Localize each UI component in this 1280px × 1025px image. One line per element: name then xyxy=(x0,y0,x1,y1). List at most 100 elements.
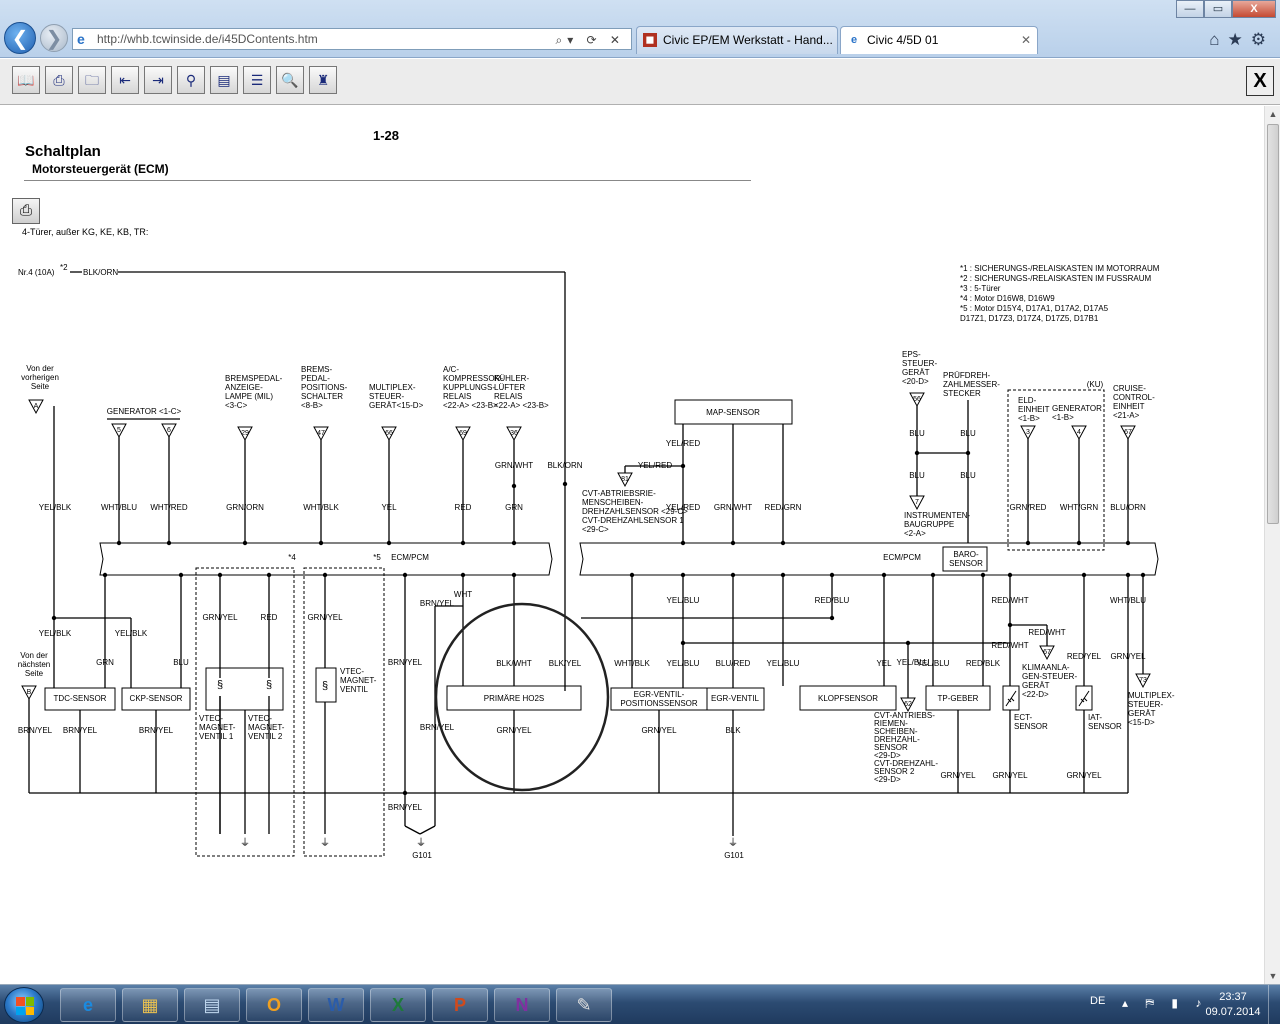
wire-label: YEL/BLU xyxy=(917,659,950,668)
component-label: GENERATOR <1-C> xyxy=(107,407,182,416)
component-label: RELAIS xyxy=(494,392,522,401)
figure-icon[interactable]: ♜ xyxy=(309,66,337,94)
vertical-scrollbar[interactable]: ▲ ▼ xyxy=(1264,106,1280,984)
wire-label: RED/BLK xyxy=(966,659,1001,668)
wire-label: RED xyxy=(261,613,278,622)
print-icon[interactable]: ⎙ xyxy=(45,66,73,94)
footnote-text: *1 : SICHERUNGS-/RELAISKASTEN IM MOTORRA… xyxy=(960,264,1160,273)
eps-label: <20-D> xyxy=(902,377,929,386)
tab-close-button[interactable]: ✕ xyxy=(1021,27,1031,53)
clock[interactable]: 23:37 09.07.2014 xyxy=(1204,990,1262,1020)
outlook-icon[interactable]: O xyxy=(246,988,302,1022)
powerpoint-icon[interactable]: P xyxy=(432,988,488,1022)
scroll-up-arrow-icon[interactable]: ▲ xyxy=(1265,106,1280,122)
wire-label: GRN/YEL xyxy=(940,771,976,780)
wire-label: YEL/RED xyxy=(666,439,700,448)
binoculars-icon[interactable]: ⚲ xyxy=(177,66,205,94)
wire-label: RED/BLU xyxy=(815,596,850,605)
tab-civic[interactable]: e Civic 4/5D 01 ✕ xyxy=(840,26,1038,54)
junction-dot xyxy=(1076,540,1082,546)
page-forward-icon[interactable]: ⇥ xyxy=(144,66,172,94)
component-label: KÜHLER- xyxy=(494,374,529,383)
junction-dot xyxy=(930,572,936,578)
page-number: 1-28 xyxy=(373,128,400,143)
component-label: MULTIPLEX- xyxy=(369,383,416,392)
folder-up-icon[interactable]: 🗀 xyxy=(78,66,106,94)
wire-label: GRN/YEL xyxy=(1066,771,1102,780)
wire-label: RED/GRN xyxy=(765,503,802,512)
scroll-down-arrow-icon[interactable]: ▼ xyxy=(1265,968,1280,984)
book-icon[interactable]: 📖 xyxy=(12,66,40,94)
vtec-valve2-label: VTEC- xyxy=(248,714,272,723)
close-document-button[interactable]: X xyxy=(1246,66,1274,96)
page-view-icon[interactable]: ▤ xyxy=(210,66,238,94)
show-desktop-button[interactable] xyxy=(1268,985,1280,1025)
component-label: KUPPLUNGS- xyxy=(443,383,495,392)
wire-label: RED xyxy=(455,503,472,512)
connector-number: 67 xyxy=(1124,429,1132,436)
wire-label: YEL/BLU xyxy=(767,659,800,668)
forward-button[interactable]: ❯ xyxy=(40,24,68,52)
junction-dot xyxy=(1140,572,1146,578)
print-button[interactable]: ⎙ xyxy=(12,198,40,224)
start-button[interactable] xyxy=(4,987,44,1023)
component-label: BREMSPEDAL- xyxy=(225,374,283,383)
back-button[interactable]: ❮ xyxy=(4,22,36,54)
knock-sensor-label: KLOPFSENSOR xyxy=(818,694,878,703)
wiring-diagram: Nr.4 (10A) *2 BLK/ORN *1 : SICHERUNGS-/RELA… xyxy=(18,263,1175,860)
url-text[interactable]: http://whb.tcwinside.de/i45DContents.htm xyxy=(97,32,318,46)
address-bar[interactable]: e http://whb.tcwinside.de/i45DContents.h… xyxy=(72,28,632,50)
preview-icon[interactable]: 🔍 xyxy=(276,66,304,94)
cvt-note: MENSCHEIBEN- xyxy=(582,498,644,507)
wire-label: BRN/YEL xyxy=(420,723,455,732)
wire-label: GRN/ORN xyxy=(226,503,264,512)
junction-dot xyxy=(730,540,736,546)
junction-dot xyxy=(905,640,911,646)
wire-label: BLU xyxy=(909,429,925,438)
junction-dot xyxy=(1025,540,1031,546)
wire-label: YEL/RED xyxy=(638,461,672,470)
tab-werkstatt[interactable]: ◼ Civic EP/EM Werkstatt - Hand... xyxy=(636,26,838,54)
tray-icons[interactable]: ▴ ⛿ ▮ ♪ xyxy=(1122,996,1208,1011)
paint-icon[interactable]: ✎ xyxy=(556,988,612,1022)
multiplex-bottom-label: GERÄT xyxy=(1128,709,1156,718)
wire-label: YEL/BLU xyxy=(667,659,700,668)
onenote-icon[interactable]: N xyxy=(494,988,550,1022)
word-icon[interactable]: W xyxy=(308,988,364,1022)
stack-icon[interactable]: ☰ xyxy=(243,66,271,94)
component-label: POSITIONS- xyxy=(301,383,348,392)
junction-dot xyxy=(178,572,184,578)
wire-label: BLU/RED xyxy=(716,659,751,668)
browser-command-icons[interactable]: ⌂★⚙ xyxy=(1209,30,1274,50)
vtec-valve-label: VTEC- xyxy=(340,667,364,676)
calculator-icon[interactable]: ▤ xyxy=(184,988,240,1022)
excel-icon[interactable]: X xyxy=(370,988,426,1022)
ecm-right-block xyxy=(579,542,1159,576)
scroll-thumb[interactable] xyxy=(1267,124,1279,524)
ground-symbol-icon: ⏚ xyxy=(240,837,250,849)
language-indicator[interactable]: DE xyxy=(1090,995,1105,1007)
maximize-button[interactable]: ▭ xyxy=(1204,0,1232,18)
file-explorer-icon[interactable]: ▦ xyxy=(122,988,178,1022)
iat-sensor-label: SENSOR xyxy=(1088,722,1122,731)
junction-dot xyxy=(217,572,223,578)
wire-label: WHT/GRN xyxy=(1060,503,1098,512)
connector-number: 4 xyxy=(1077,429,1081,436)
vtec-valve1-label: MAGNET- xyxy=(199,723,236,732)
solenoid-coil-icon: § xyxy=(266,679,272,691)
junction-dot xyxy=(322,572,328,578)
minimize-button[interactable]: — xyxy=(1176,0,1204,18)
page-back-icon[interactable]: ⇤ xyxy=(111,66,139,94)
address-actions[interactable]: ⌕▾ ⟳ ✕ xyxy=(555,30,625,50)
wire-label: YEL xyxy=(876,659,892,668)
solenoid-coil-icon: § xyxy=(217,679,223,691)
junction-dot xyxy=(242,540,248,546)
eld-label: ELD- xyxy=(1018,396,1037,405)
junction-dot xyxy=(1081,572,1087,578)
title-divider xyxy=(24,180,751,181)
internet-explorer-icon[interactable]: e xyxy=(60,988,116,1022)
window-close-button[interactable]: X xyxy=(1232,0,1276,18)
cvt-note-bottom: <29-D> xyxy=(874,775,901,784)
cruise-label: CRUISE- xyxy=(1113,384,1146,393)
component-label: SCHALTER xyxy=(301,392,343,401)
